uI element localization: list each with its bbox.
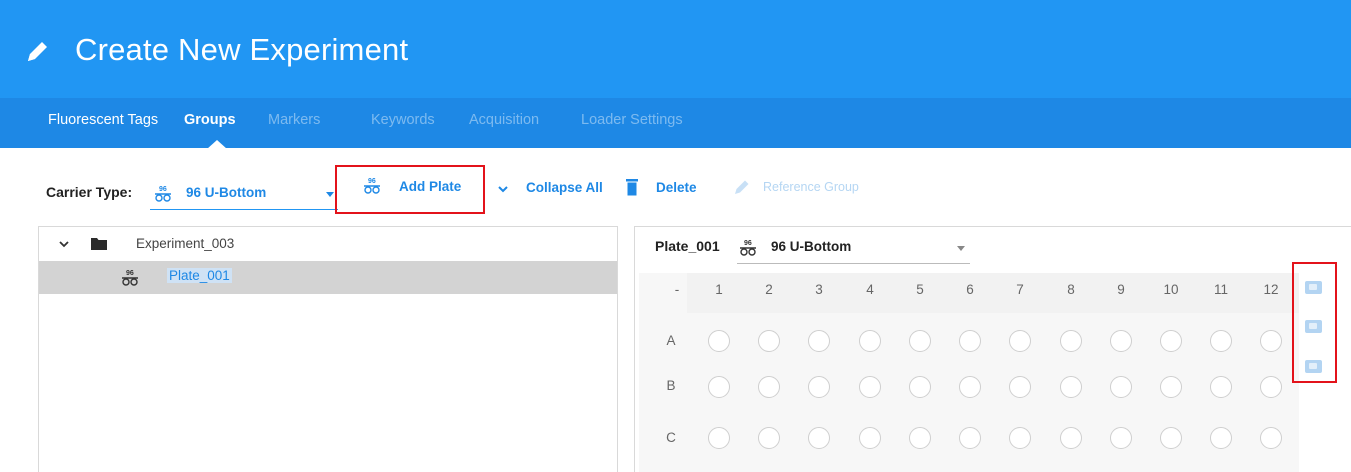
well[interactable] (959, 427, 981, 449)
column-header[interactable]: 10 (1159, 282, 1183, 297)
well[interactable] (859, 376, 881, 398)
column-header[interactable]: 2 (757, 282, 781, 297)
highlight-box (335, 165, 485, 214)
row-header[interactable]: A (663, 333, 679, 348)
svg-text:96: 96 (126, 270, 134, 277)
toolbar: Carrier Type: 96 96 U-Bottom 96 Add Plat… (0, 165, 1351, 215)
reference-group-button: Reference Group (734, 180, 874, 202)
column-header[interactable]: 7 (1008, 282, 1032, 297)
well[interactable] (758, 427, 780, 449)
well[interactable] (1009, 376, 1031, 398)
tab-fluorescent-tags[interactable]: Fluorescent Tags (48, 112, 158, 128)
well[interactable] (1260, 330, 1282, 352)
well[interactable] (808, 330, 830, 352)
reference-group-label: Reference Group (763, 180, 859, 194)
delete-label: Delete (656, 180, 697, 195)
well[interactable] (909, 376, 931, 398)
tab-bar: Fluorescent Tags Groups Markers Keywords… (0, 98, 1351, 148)
plate-title: Plate_001 (655, 238, 720, 254)
well[interactable] (1160, 376, 1182, 398)
well[interactable] (1210, 376, 1232, 398)
trash-icon (626, 179, 638, 196)
column-header[interactable]: 1 (707, 282, 731, 297)
well[interactable] (1009, 427, 1031, 449)
well[interactable] (859, 427, 881, 449)
well[interactable] (1110, 376, 1132, 398)
column-header[interactable]: 11 (1209, 282, 1233, 297)
grid-corner: - (674, 282, 680, 297)
collapse-all-label: Collapse All (526, 180, 603, 195)
well[interactable] (1260, 376, 1282, 398)
tab-groups[interactable]: Groups (184, 112, 236, 128)
well[interactable] (1060, 427, 1082, 449)
well[interactable] (909, 330, 931, 352)
header: Create New Experiment (0, 0, 1351, 98)
well[interactable] (708, 427, 730, 449)
pencil-icon (28, 42, 47, 61)
experiment-label: Experiment_003 (136, 236, 235, 251)
column-header[interactable]: 6 (958, 282, 982, 297)
plate-type-value: 96 U-Bottom (771, 239, 852, 254)
column-header[interactable]: 9 (1109, 282, 1133, 297)
well[interactable] (808, 427, 830, 449)
highlight-box (1292, 262, 1337, 383)
well[interactable] (959, 330, 981, 352)
plate-icon: 96 (122, 270, 138, 286)
svg-text:96: 96 (744, 240, 752, 247)
well[interactable] (758, 330, 780, 352)
chevron-down-icon[interactable] (59, 239, 69, 249)
well[interactable] (1160, 330, 1182, 352)
page-title: Create New Experiment (75, 32, 409, 67)
tree-item-plate[interactable]: 96 Plate_001 (39, 261, 617, 294)
svg-text:96: 96 (159, 186, 167, 193)
chevron-down-icon (957, 246, 965, 251)
pencil-icon (735, 180, 749, 194)
well[interactable] (758, 376, 780, 398)
delete-button[interactable]: Delete (626, 179, 706, 202)
active-tab-indicator (207, 140, 227, 149)
well[interactable] (1060, 376, 1082, 398)
well[interactable] (959, 376, 981, 398)
well[interactable] (1060, 330, 1082, 352)
well[interactable] (909, 427, 931, 449)
column-header[interactable]: 4 (858, 282, 882, 297)
tab-loader-settings: Loader Settings (581, 112, 683, 128)
column-header[interactable]: 12 (1259, 282, 1283, 297)
well[interactable] (1160, 427, 1182, 449)
plate-type-select[interactable]: 96 96 U-Bottom (737, 232, 970, 264)
column-header[interactable]: 3 (807, 282, 831, 297)
well[interactable] (1260, 427, 1282, 449)
well[interactable] (1110, 427, 1132, 449)
row-header[interactable]: C (663, 430, 679, 445)
well[interactable] (1009, 330, 1031, 352)
well[interactable] (1210, 330, 1232, 352)
chevron-down-icon (498, 186, 508, 193)
tab-markers: Markers (268, 112, 321, 128)
well[interactable] (1110, 330, 1132, 352)
plate-icon: 96 (155, 186, 171, 202)
folder-icon (91, 238, 107, 250)
well[interactable] (1210, 427, 1232, 449)
row-header[interactable]: B (663, 378, 679, 393)
experiment-tree: Experiment_003 96 Plate_001 (38, 226, 618, 472)
well[interactable] (859, 330, 881, 352)
tree-item-experiment[interactable]: Experiment_003 (39, 227, 617, 260)
well[interactable] (708, 376, 730, 398)
plate-name-input[interactable]: Plate_001 (167, 268, 232, 283)
collapse-all-button[interactable]: Collapse All (497, 180, 607, 202)
chevron-down-icon (326, 192, 334, 197)
tab-acquisition: Acquisition (469, 112, 540, 128)
tab-keywords: Keywords (371, 112, 435, 128)
well[interactable] (808, 376, 830, 398)
well[interactable] (708, 330, 730, 352)
carrier-type-select[interactable]: 96 96 U-Bottom (150, 173, 338, 210)
carrier-type-value: 96 U-Bottom (186, 185, 267, 200)
plate-icon: 96 (740, 240, 756, 256)
carrier-type-label: Carrier Type: (46, 184, 133, 200)
column-header[interactable]: 5 (908, 282, 932, 297)
plate-panel: Plate_001 96 96 U-Bottom (634, 226, 1351, 472)
column-header[interactable]: 8 (1059, 282, 1083, 297)
